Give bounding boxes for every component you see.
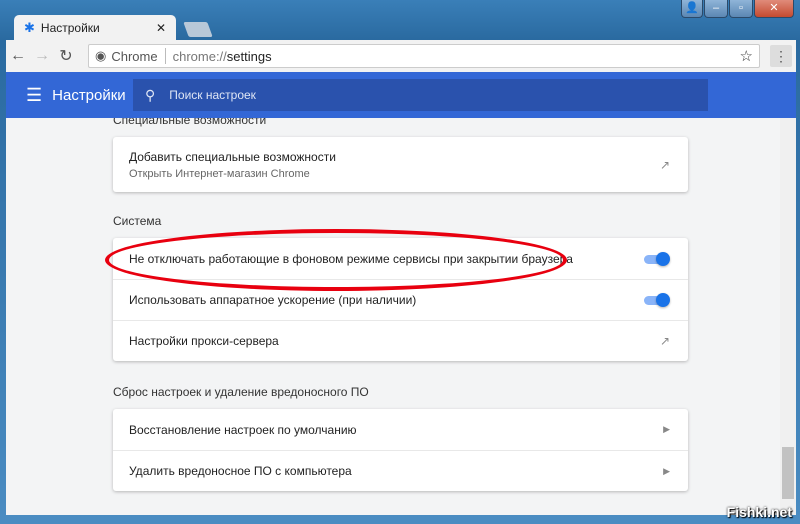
search-input[interactable]: ⚲ Поиск настроек [133,79,708,111]
page-title: Настройки [52,86,126,104]
tab-settings[interactable]: ✱ Настройки ✕ [14,15,176,41]
url-path: settings [226,48,272,64]
gear-icon: ✱ [24,20,35,35]
menu-kebab-icon[interactable]: ⋮ [770,45,792,67]
divider [164,48,166,64]
tab-title: Настройки [40,21,100,35]
list-item[interactable]: Восстановление настроек по умолчанию ▶ [113,409,688,450]
row-sublabel: Открыть Интернет-магазин Chrome [129,167,310,180]
row-label: Настройки прокси-сервера [129,334,279,348]
arrow-right-icon: ▶ [663,465,670,476]
scrollbar[interactable] [780,118,796,515]
toolbar: ← → ↻ ◉ Chrome chrome://settings ☆ ⋮ [6,40,796,72]
minimize-button[interactable]: – [704,0,728,18]
back-icon[interactable]: ← [6,47,30,65]
window-controls: 👤 – ▫ ✕ [681,0,794,18]
settings-content: Специальные возможности Добавить специал… [6,118,796,515]
section-title: Система [113,214,162,228]
row-label: Восстановление настроек по умолчанию [129,422,357,437]
reload-icon[interactable]: ↻ [54,46,78,66]
address-bar[interactable]: ◉ Chrome chrome://settings ☆ [88,44,760,68]
row-label: Использовать аппаратное ускорение (при н… [129,293,417,307]
hardware-acceleration-toggle[interactable] [644,293,670,307]
row-label: Добавить специальные возможности [129,149,336,164]
arrow-right-icon: ▶ [663,424,670,434]
highlight-ellipse [105,229,567,291]
chrome-icon: ◉ [95,48,107,63]
section-title: Специальные возможности [113,118,267,127]
search-icon: ⚲ [145,86,156,103]
watermark-logo: Fishki.net [726,504,792,520]
maximize-button[interactable]: ▫ [729,0,753,18]
url-prefix: chrome:// [172,48,227,64]
search-placeholder: Поиск настроек [169,88,256,102]
card-accessibility: Добавить специальные возможности Открыть… [113,137,688,192]
row-label: Удалить вредоносное ПО с компьютера [129,464,352,478]
hamburger-menu-icon[interactable]: ☰ [26,85,42,106]
forward-icon[interactable]: → [30,47,54,65]
scrollbar-thumb[interactable] [782,447,794,499]
settings-header: ☰ Настройки ⚲ Поиск настроек [6,72,796,118]
origin-chip: Chrome [111,48,158,64]
external-link-icon[interactable]: ↗ [660,334,670,348]
card-reset: Восстановление настроек по умолчанию ▶ У… [113,409,688,491]
list-item[interactable]: Добавить специальные возможности Открыть… [113,137,688,192]
close-tab-icon[interactable]: ✕ [156,21,166,35]
background-apps-toggle[interactable] [644,251,670,266]
external-link-icon[interactable]: ↗ [660,158,670,172]
list-item[interactable]: Удалить вредоносное ПО с компьютера ▶ [113,450,688,491]
list-item[interactable]: Настройки прокси-сервера ↗ [113,320,688,361]
close-button[interactable]: ✕ [754,0,794,18]
bookmark-star-icon[interactable]: ☆ [740,47,753,65]
user-button[interactable]: 👤 [681,0,703,18]
new-tab-button[interactable] [183,22,213,37]
section-title: Сброс настроек и удаление вредоносного П… [113,385,369,399]
